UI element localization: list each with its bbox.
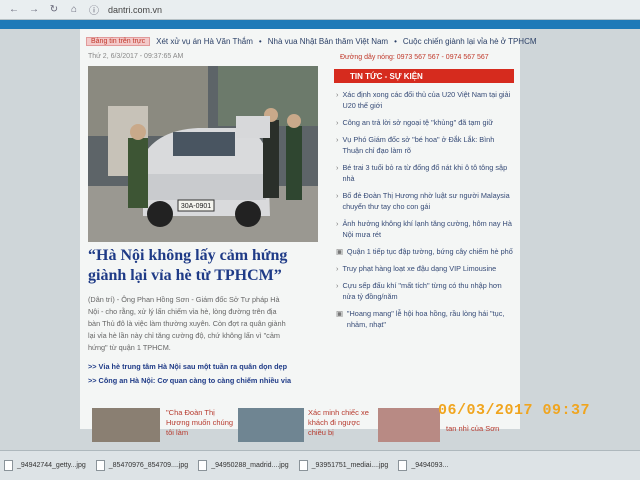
bullet-icon: ›	[336, 90, 339, 99]
news-item[interactable]: › Truy phạt hàng loạt xe đậu dạng VIP Lim…	[334, 263, 514, 274]
photo-illustration: 30A-0901	[88, 66, 318, 242]
download-item[interactable]: _93951751_mediai....jpg	[298, 460, 388, 471]
file-icon	[198, 460, 208, 471]
home-icon[interactable]: ⌂	[68, 4, 80, 16]
news-item[interactable]: › Vụ Phó Giám đốc sở "bé hoa" ở Đắk Lắk: …	[334, 134, 514, 156]
ticker-item[interactable]: Xét xử vụ án Hà Văn Thắm	[156, 37, 253, 46]
news-item[interactable]: ▣ "Hoang mang" lễ hội hoa hồng, rầu lòng …	[334, 308, 514, 330]
bullet-icon: ›	[336, 191, 339, 200]
download-item[interactable]: _9494093...	[398, 460, 448, 471]
back-icon[interactable]: ←	[8, 4, 20, 16]
file-icon	[398, 460, 408, 471]
bullet-icon: ›	[336, 163, 339, 172]
article-headline[interactable]: “Hà Nội không lấy cảm hứng giành lại vỉa…	[88, 246, 328, 286]
news-item[interactable]: ▣ Quận 1 tiếp tục đập tường, bứng cây chi…	[334, 246, 514, 257]
thumbnail-caption[interactable]: tan nhì của Sơn	[446, 424, 526, 434]
camera-timestamp: 06/03/2017 09:37	[438, 402, 591, 419]
license-plate: 30A-0901	[181, 203, 211, 210]
camera-icon: ▣	[336, 309, 343, 318]
address-bar: ← → ↻ ⌂ ⓘ dantri.com.vn	[0, 0, 640, 20]
thumbnail-caption[interactable]: Xác minh chiếc xe khách đi ngược chiều b…	[308, 408, 374, 438]
forward-icon[interactable]: →	[28, 4, 40, 16]
download-item[interactable]: _94950288_madrid....jpg	[198, 460, 289, 471]
news-item[interactable]: › Bố đẻ Đoàn Thị Hương nhờ luật sư người …	[334, 190, 514, 212]
ticker-badge[interactable]: Bảng tin trên trực	[86, 36, 151, 46]
bullet-icon: ›	[336, 264, 339, 273]
article-photo[interactable]: 30A-0901	[88, 66, 318, 242]
site-nav-bar[interactable]	[0, 20, 640, 29]
info-icon: ⓘ	[89, 6, 99, 17]
news-item[interactable]: › Công an trả lời sở ngoại tệ "khủng" đã …	[334, 117, 514, 128]
lead-line: hứng" từ quận 1 TPHCM.	[88, 343, 171, 352]
file-icon	[95, 460, 105, 471]
file-icon	[4, 460, 13, 471]
thumbnail-image[interactable]	[92, 408, 160, 442]
bullet-icon: ›	[336, 118, 339, 127]
url-field[interactable]: dantri.com.vn	[108, 5, 162, 15]
related-link[interactable]: >> Vỉa hè trung tâm Hà Nội sau một tuần …	[88, 362, 338, 371]
thumbnail-image[interactable]	[238, 408, 304, 442]
sidebar-news-list: › Xác định xong các đối thủ của U20 Việt …	[334, 89, 514, 330]
file-icon	[298, 460, 308, 471]
ticker-separator: •	[394, 36, 397, 46]
thumbnail-image[interactable]	[378, 408, 440, 442]
lead-line: (Dân trí) - Ông Phan Hồng Sơn - Giám đốc…	[88, 295, 280, 304]
news-item[interactable]: › Xác định xong các đối thủ của U20 Việt …	[334, 89, 514, 111]
top-news-ticker: Bảng tin trên trực Xét xử vụ án Hà Văn T…	[86, 34, 636, 48]
hotline-text: Đường dây nóng: 0973 567 567 - 0974 567 …	[340, 54, 489, 61]
download-item[interactable]: _94942744_getty...jpg	[4, 460, 86, 471]
lead-line: bàn Thủ đô là việc làm thường xuyên. Còn…	[88, 319, 286, 328]
news-item[interactable]: › Bé trai 3 tuổi bỏ ra từ đống đổ nát khi…	[334, 162, 514, 184]
bullet-icon: ›	[336, 135, 339, 144]
bullet-icon: ›	[336, 219, 339, 228]
sidebar-heading[interactable]: TIN TỨC - SỰ KIỆN	[334, 69, 514, 83]
bullet-icon: ›	[336, 281, 339, 290]
ticker-separator: •	[258, 36, 262, 46]
download-item[interactable]: _85470976_854709....jpg	[95, 460, 188, 471]
news-item[interactable]: › Ảnh hưởng không khí lạnh tăng cường, hô…	[334, 218, 514, 240]
related-link[interactable]: >> Công an Hà Nội: Cơ quan càng to càng …	[88, 376, 338, 385]
camera-icon: ▣	[336, 247, 343, 256]
thumbnail-caption[interactable]: "Cha Đoàn Thị Hương muốn chúng tôi làm	[166, 408, 234, 438]
ticker-item[interactable]: Nhà vua Nhật Bản thăm Việt Nam	[268, 37, 388, 46]
reload-icon[interactable]: ↻	[48, 4, 60, 16]
lead-line: Nội - cho rằng, xử lý lấn chiếm vỉa hè, …	[88, 307, 277, 316]
download-bar: _94942744_getty...jpg _85470976_854709..…	[0, 450, 640, 480]
ticker-item[interactable]: Cuộc chiến giành lại vỉa hè ở TPHCM	[403, 37, 537, 46]
sidebar: Đường dây nóng: 0973 567 567 - 0974 567 …	[334, 54, 514, 336]
article-lead: (Dân trí) - Ông Phan Hồng Sơn - Giám đốc…	[88, 294, 332, 354]
lead-line: lại vỉa hè lần này chỉ tăng cường độ, ch…	[88, 331, 280, 340]
article-date: Thứ 2, 6/3/2017 - 09:37:65 AM	[88, 53, 184, 60]
news-item[interactable]: › Cựu sếp đấu khí "mất tích" từng có thu …	[334, 280, 514, 302]
